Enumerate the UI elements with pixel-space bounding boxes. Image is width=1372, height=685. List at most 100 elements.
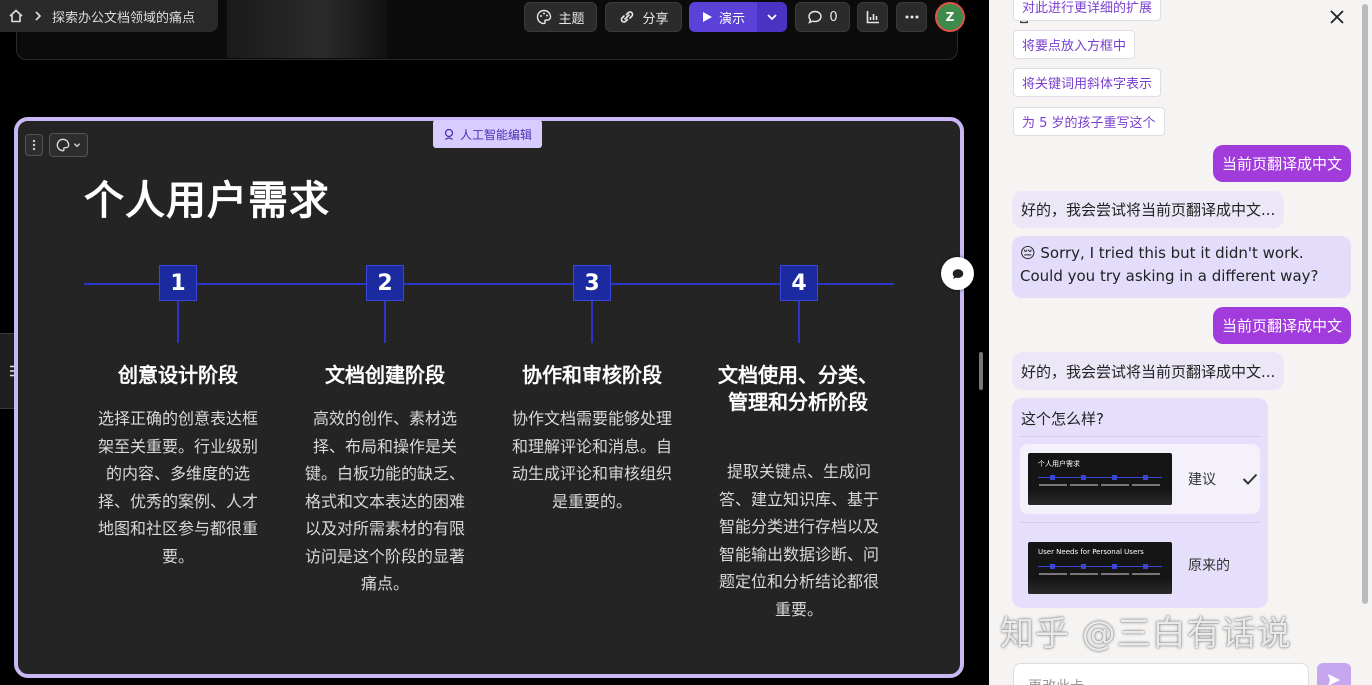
thumb-step — [1050, 564, 1055, 569]
avatar[interactable]: Z — [935, 2, 965, 32]
thumb-text — [1039, 573, 1067, 575]
thumb-text — [1070, 484, 1098, 486]
card-drag-handle[interactable] — [25, 134, 43, 156]
suggestion-italic[interactable]: 将关键词用斜体字表示 — [1013, 68, 1162, 97]
suggestion-expand[interactable]: 对此进行更详细的扩展 — [1013, 0, 1162, 21]
slide-title[interactable]: 个人用户需求 — [84, 168, 330, 226]
assistant-error-message: 😔 Sorry, I tried this but it didn't work… — [1012, 236, 1351, 298]
palette-icon — [56, 138, 70, 152]
link-icon — [621, 11, 634, 23]
option-suggested-label: 建议 — [1188, 472, 1216, 488]
step-connector-4 — [798, 301, 800, 343]
panel-scrollbar[interactable] — [1362, 4, 1368, 604]
card-style-button[interactable] — [49, 133, 88, 157]
watermark-text: 知乎 @三白有话说 — [1000, 614, 1292, 654]
prompt-input[interactable]: 更改此卡 — [1013, 663, 1309, 685]
check-icon — [1242, 473, 1258, 485]
thumb-step — [1143, 564, 1148, 569]
thumb-title: 个人用户需求 — [1038, 460, 1080, 468]
breadcrumb: 探索办公文档领域的痛点 — [0, 0, 218, 32]
chevron-right-icon — [35, 11, 42, 21]
chevron-down-icon — [73, 143, 81, 148]
more-button[interactable] — [896, 2, 927, 32]
step-title-1[interactable]: 创意设计阶段 — [83, 362, 273, 389]
thumb-fade — [1028, 578, 1172, 594]
step-desc-4[interactable]: 提取关键点、生成问答、建立知识库、基于智能分类进行存档以及智能输出数据诊断、问题… — [714, 458, 884, 623]
step-connector-1 — [177, 301, 179, 343]
step-number-2: 2 — [366, 265, 404, 301]
theme-button[interactable]: 主题 — [524, 2, 597, 32]
slide-thumbnail-image[interactable] — [227, 0, 387, 58]
divider — [1020, 522, 1260, 523]
suggestion-simplify[interactable]: 为 5 岁的孩子重写这个 — [1013, 107, 1165, 136]
more-horizontal-icon — [905, 15, 918, 19]
thumb-step — [1081, 475, 1086, 480]
thumb-text — [1039, 484, 1067, 486]
thumb-text — [1132, 573, 1160, 575]
assistant-message: 好的，我会尝试将当前页翻译成中文... — [1012, 191, 1285, 228]
chevron-down-icon — [767, 14, 777, 21]
thumb-step — [1112, 564, 1117, 569]
thumb-fade — [1028, 489, 1172, 505]
comment-icon — [952, 268, 963, 279]
error-line-2: Could you try asking in a different way? — [1020, 267, 1319, 285]
card-question: 这个怎么样? — [1021, 410, 1104, 428]
add-comment-button[interactable] — [941, 257, 974, 290]
step-title-3[interactable]: 协作和审核阶段 — [497, 362, 687, 389]
error-line-1: 😔 Sorry, I tried this but it didn't work… — [1020, 244, 1304, 262]
comment-icon — [808, 10, 823, 24]
thumb-text — [1132, 484, 1160, 486]
send-icon — [1328, 674, 1340, 685]
thumb-step — [1143, 475, 1148, 480]
thumb-step — [1050, 475, 1055, 480]
step-number-3: 3 — [573, 265, 611, 301]
comments-button[interactable]: 0 — [795, 2, 850, 32]
suggestion-boxes[interactable]: 将要点放入方框中 — [1013, 30, 1136, 59]
vertical-dots-icon — [32, 139, 36, 151]
assistant-message: 好的，我会尝试将当前页翻译成中文... — [1012, 352, 1285, 390]
option-suggested[interactable]: 个人用户需求 建议 — [1020, 444, 1260, 514]
option-original-label: 原来的 — [1188, 558, 1230, 574]
ai-edit-badge[interactable]: 人工智能编辑 — [433, 120, 543, 148]
panel-resize-handle[interactable] — [979, 352, 983, 390]
present-button-label: 演示 — [718, 11, 745, 27]
step-number-1: 1 — [159, 265, 197, 301]
step-desc-1[interactable]: 选择正确的创意表达框架至关重要。行业级别的内容、多维度的选择、优秀的案例、人才地… — [93, 405, 263, 570]
thumb-text — [1101, 484, 1129, 486]
step-number-4: 4 — [780, 265, 818, 301]
step-desc-2[interactable]: 高效的创作、素材选择、布局和操作是关键。白板功能的缺乏、格式和文本表达的困难以及… — [300, 405, 470, 598]
present-button[interactable]: 演示 — [689, 2, 757, 32]
home-icon[interactable] — [8, 8, 24, 24]
bar-chart-icon — [866, 11, 879, 24]
divider — [1020, 436, 1260, 437]
theme-button-label: 主题 — [558, 11, 585, 27]
step-desc-3[interactable]: 协作文档需要能够处理和理解评论和消息。自动生成评论和审核组织是重要的。 — [507, 405, 677, 515]
thumb-text — [1101, 573, 1129, 575]
present-options-button[interactable] — [757, 2, 787, 32]
ai-edit-badge-label: 人工智能编辑 — [460, 127, 533, 142]
option-original[interactable]: User Needs for Personal Users 原来的 — [1020, 530, 1260, 600]
timeline-line — [84, 283, 894, 285]
step-title-4[interactable]: 文档使用、分类、管理和分析阶段 — [712, 362, 884, 416]
top-bar: 探索办公文档领域的痛点 主题 分享 演示 0 Z — [0, 0, 988, 60]
ai-assistant-panel: 对此进行更详细的扩展 将要点放入方框中 将关键词用斜体字表示 为 5 岁的孩子重… — [989, 0, 1372, 685]
share-button[interactable]: 分享 — [605, 2, 682, 32]
share-button-label: 分享 — [642, 11, 669, 27]
breadcrumb-doc-title[interactable]: 探索办公文档领域的痛点 — [52, 7, 195, 26]
step-title-2[interactable]: 文档创建阶段 — [290, 362, 480, 389]
close-icon[interactable] — [1327, 7, 1347, 27]
original-thumbnail: User Needs for Personal Users — [1028, 542, 1172, 594]
suggested-thumbnail: 个人用户需求 — [1028, 453, 1172, 505]
thumb-step — [1112, 475, 1117, 480]
play-icon — [702, 12, 712, 22]
suggestion-compare-card: 这个怎么样? 个人用户需求 建议 User Needs for Personal… — [1012, 398, 1268, 608]
step-connector-3 — [591, 301, 593, 343]
send-button[interactable] — [1317, 663, 1351, 685]
ai-icon — [444, 128, 454, 140]
thumb-step — [1081, 564, 1086, 569]
thumb-text — [1070, 573, 1098, 575]
palette-icon — [537, 9, 552, 25]
user-message: 当前页翻译成中文 — [1212, 145, 1351, 182]
user-message: 当前页翻译成中文 — [1212, 307, 1351, 344]
analytics-button[interactable] — [857, 2, 888, 32]
